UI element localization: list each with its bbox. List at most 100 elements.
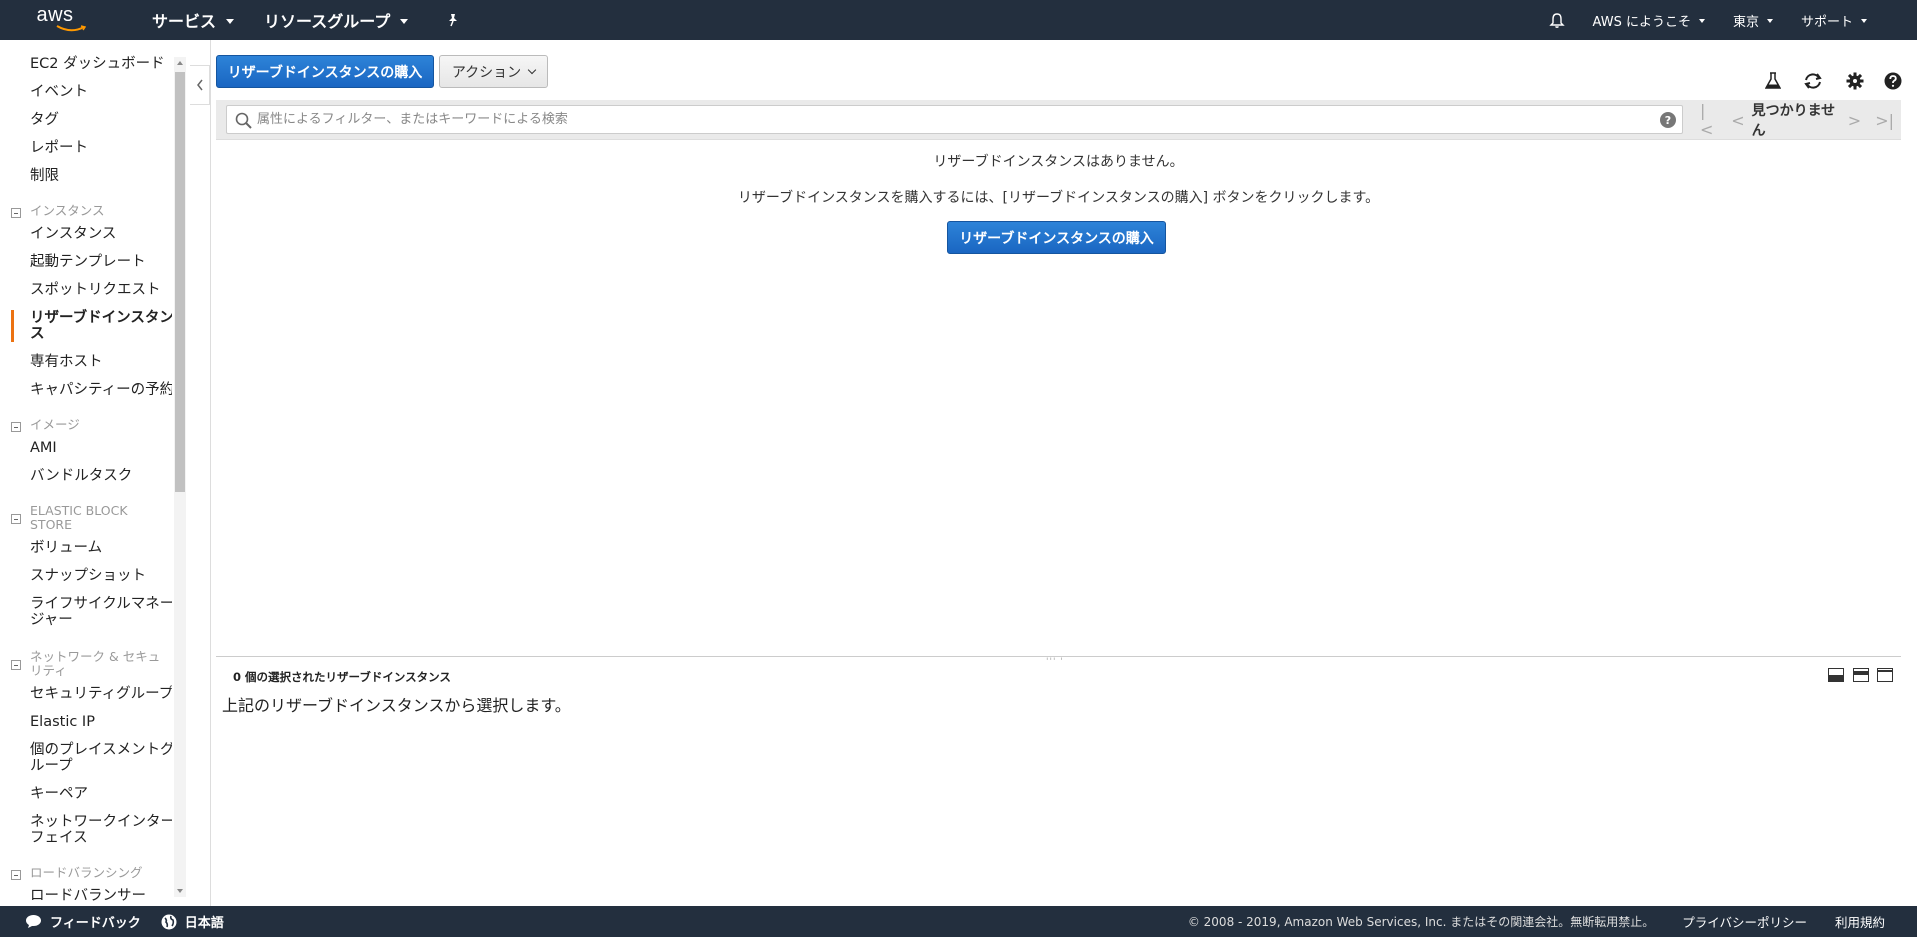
empty-state-instructions: リザーブドインスタンスを購入するには、[リザーブドインスタンスの購入] ボタンを… [737, 190, 1380, 206]
sidebar-section-ebs: ELASTIC BLOCK STORE [30, 503, 128, 532]
next-page-icon[interactable]: > [1848, 111, 1861, 130]
sidebar-item-spot-requests[interactable]: スポットリクエスト [30, 282, 172, 298]
chevron-down-icon [226, 18, 235, 24]
privacy-policy-link[interactable]: プライバシーポリシー [1682, 912, 1807, 931]
sidebar-item-events[interactable]: イベント [30, 84, 172, 100]
chevron-down-icon [1698, 19, 1705, 23]
empty-state-purchase-button[interactable]: リザーブドインスタンスの購入 [947, 221, 1166, 254]
sidebar-item-launch-templates[interactable]: 起動テンプレート [30, 254, 172, 270]
detail-pane-message: 上記のリザーブドインスタンスから選択します。 [222, 696, 571, 715]
sidebar-item-network-interfaces[interactable]: ネットワークインターフェイス [30, 814, 172, 846]
sidebar-item-ami[interactable]: AMI [30, 440, 172, 456]
experiment-button[interactable] [1762, 70, 1784, 92]
resource-groups-label: リソースグループ [264, 12, 391, 31]
sidebar-item-bundle-tasks[interactable]: バンドルタスク [30, 468, 172, 484]
support-label: サポート [1800, 14, 1853, 30]
language-selector[interactable]: 日本語 [161, 912, 224, 931]
collapse-load-balancing-icon[interactable] [11, 870, 21, 880]
search-box: ? [226, 105, 1683, 134]
account-menu[interactable]: AWS にようこそ [1593, 11, 1705, 30]
terms-of-use-link[interactable]: 利用規約 [1835, 912, 1885, 931]
actions-dropdown-button[interactable]: アクション [439, 55, 548, 88]
pagination-status: 見つかりません [1751, 103, 1836, 139]
support-menu[interactable]: サポート [1801, 11, 1867, 30]
sidebar-item-capacity-reservations[interactable]: キャパシティーの予約 [30, 382, 172, 398]
sidebar-item-reports[interactable]: レポート [30, 140, 172, 156]
aws-smile-icon [56, 25, 86, 32]
sidebar-item-snapshots[interactable]: スナップショット [30, 568, 172, 584]
sidebar-section-load-balancing: ロードバランシング [30, 865, 143, 880]
actions-button-label: アクション [451, 64, 522, 81]
sidebar-item-reserved-instances[interactable]: リザーブドインスタンス [30, 310, 172, 342]
notifications-button[interactable] [1548, 12, 1565, 29]
settings-button[interactable] [1844, 70, 1866, 92]
layout-bottom-half-icon[interactable] [1853, 668, 1869, 682]
layout-bottom-small-icon[interactable] [1828, 668, 1844, 682]
last-page-icon[interactable]: >| [1875, 111, 1894, 130]
region-label: 東京 [1732, 14, 1759, 30]
question-circle-icon [1884, 72, 1902, 90]
help-button[interactable] [1882, 70, 1904, 92]
search-icon [235, 112, 252, 129]
splitter-grip-icon[interactable]: ''' ' [1046, 657, 1064, 667]
collapse-instances-icon[interactable] [11, 208, 21, 218]
region-menu[interactable]: 東京 [1733, 11, 1773, 30]
sidebar-item-instances[interactable]: インスタンス [30, 226, 172, 242]
top-navigation: aws サービス リソースグループ AWS にようこそ 東京 サポート [0, 0, 1917, 40]
layout-top-full-icon[interactable] [1877, 668, 1893, 682]
collapse-sidebar-button[interactable] [190, 65, 210, 105]
pin-icon [449, 14, 458, 27]
chevron-down-icon [1861, 19, 1867, 23]
services-label: サービス [152, 12, 217, 31]
sidebar-divider [210, 40, 211, 906]
first-page-icon[interactable]: |< [1700, 101, 1717, 139]
sidebar-item-placement-groups[interactable]: 個のプレイスメントグループ [30, 742, 172, 774]
resource-groups-menu[interactable]: リソースグループ [264, 8, 409, 32]
refresh-button[interactable] [1802, 70, 1824, 92]
chevron-left-icon [196, 79, 203, 91]
bell-icon [1548, 12, 1565, 28]
purchase-reserved-instances-button[interactable]: リザーブドインスタンスの購入 [216, 55, 434, 88]
services-menu[interactable]: サービス [152, 8, 235, 32]
sidebar-scrollbar[interactable] [174, 57, 186, 897]
scrollbar-thumb[interactable] [175, 72, 185, 492]
chevron-down-icon [400, 18, 409, 24]
account-label: AWS にようこそ [1592, 14, 1691, 30]
previous-page-icon[interactable]: < [1731, 111, 1744, 130]
collapse-images-icon[interactable] [11, 422, 21, 432]
globe-icon [161, 914, 177, 929]
copyright-text: © 2008 - 2019, Amazon Web Services, Inc.… [1187, 915, 1655, 929]
sidebar-item-tags[interactable]: タグ [30, 112, 172, 128]
purchase-button-label: リザーブドインスタンスの購入 [227, 64, 423, 81]
sidebar-section-network: ネットワーク & セキュリティ [30, 649, 161, 678]
collapse-network-icon[interactable] [11, 660, 21, 670]
sidebar-item-lifecycle-manager[interactable]: ライフサイクルマネージャー [30, 596, 172, 628]
language-label: 日本語 [184, 916, 224, 931]
search-help-icon[interactable]: ? [1660, 112, 1676, 128]
search-input[interactable] [257, 109, 1637, 130]
pagination: |< < 見つかりません > >| [1693, 100, 1901, 140]
empty-state-title: リザーブドインスタンスはありません。 [933, 154, 1184, 170]
active-indicator [11, 310, 14, 342]
sidebar-item-ec2-dashboard[interactable]: EC2 ダッシュボード [30, 56, 172, 72]
scroll-up-icon[interactable] [177, 61, 183, 65]
sidebar-item-load-balancers[interactable]: ロードバランサー [30, 888, 172, 904]
sidebar-item-dedicated-hosts[interactable]: 専有ホスト [30, 354, 172, 370]
flask-icon [1765, 72, 1781, 89]
sidebar-item-volumes[interactable]: ボリューム [30, 540, 172, 556]
pin-button[interactable] [446, 13, 460, 27]
feedback-label: フィードバック [50, 916, 141, 931]
feedback-button[interactable]: フィードバック [25, 912, 141, 931]
detail-pane-title: 0 個の選択されたリザーブドインスタンス [233, 670, 451, 684]
scroll-down-icon[interactable] [177, 889, 183, 893]
chevron-down-icon [527, 65, 537, 74]
aws-logo[interactable]: aws [0, 0, 110, 40]
sidebar-section-instances: インスタンス [30, 203, 105, 218]
sidebar-item-security-groups[interactable]: セキュリティグループ [30, 686, 172, 702]
collapse-ebs-icon[interactable] [11, 514, 21, 524]
sidebar-item-limits[interactable]: 制限 [30, 168, 172, 184]
sidebar-item-key-pairs[interactable]: キーペア [30, 786, 172, 802]
footer: フィードバック 日本語 © 2008 - 2019, Amazon Web Se… [0, 906, 1917, 937]
refresh-icon [1804, 73, 1822, 89]
sidebar-item-elastic-ip[interactable]: Elastic IP [30, 714, 172, 730]
